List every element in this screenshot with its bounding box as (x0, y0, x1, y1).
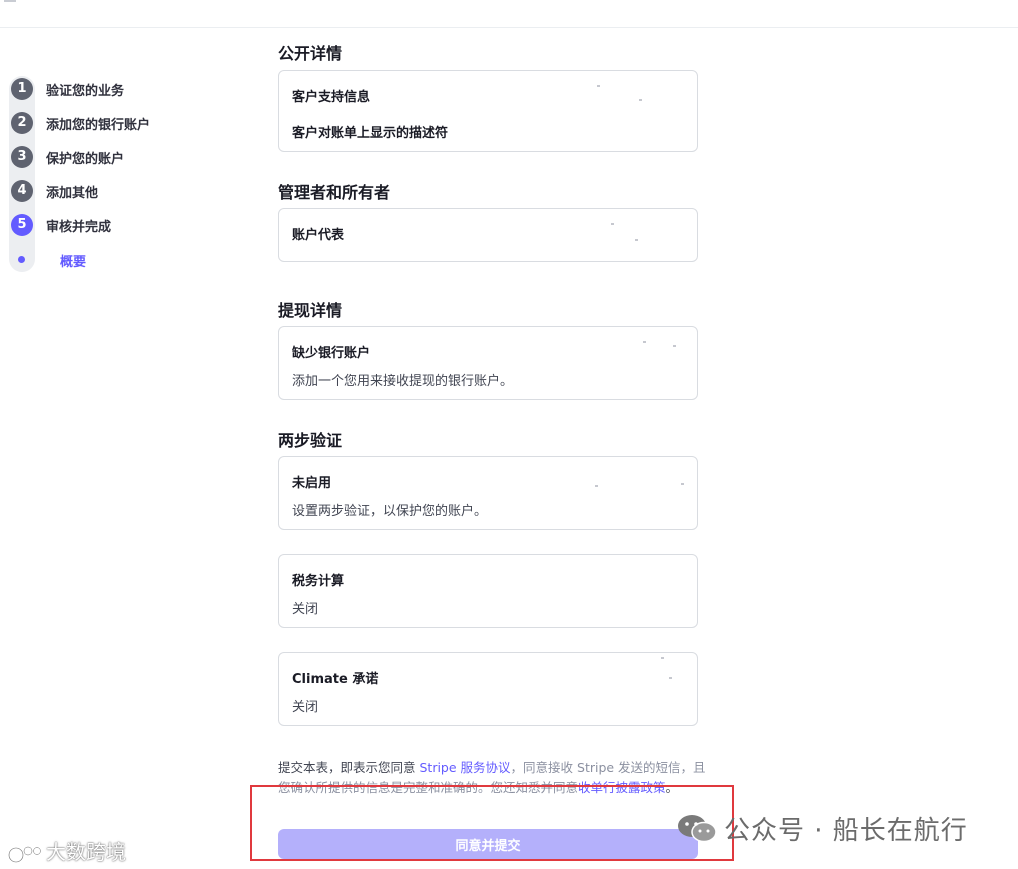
step-label: 审核并完成 (46, 220, 112, 235)
climate-commitment-label: Climate 承诺 (292, 672, 379, 687)
two-step-status-label: 未启用 (292, 476, 332, 491)
terms-text-part: 提交本表，即表示您同意 (278, 760, 420, 775)
substep-label: 概要 (60, 255, 87, 270)
step-add-bank-account[interactable]: 2 添加您的银行账户 (9, 110, 179, 136)
managers-owners-card[interactable]: 账户代表 (278, 208, 698, 262)
section-title-public-details: 公开详情 (278, 44, 343, 63)
tax-calculation-label: 税务计算 (292, 574, 345, 589)
substep-summary[interactable]: 概要 (9, 248, 179, 272)
step-label: 验证您的业务 (46, 84, 125, 99)
blurred-mark (661, 657, 664, 659)
two-step-verification-card[interactable]: 未启用 设置两步验证，以保护您的账户。 (278, 456, 698, 530)
section-title-managers-owners: 管理者和所有者 (278, 183, 391, 202)
step-review-finish[interactable]: 5 审核并完成 (9, 212, 179, 238)
tax-calculation-status: 关闭 (292, 602, 319, 617)
acquirer-disclosure-link[interactable]: 收单行披露政策 (578, 780, 666, 795)
step-number: 2 (11, 112, 33, 134)
blurred-mark (597, 85, 600, 87)
blurred-mark (673, 345, 676, 347)
blurred-mark (639, 99, 642, 101)
step-secure-account[interactable]: 3 保护您的账户 (9, 144, 179, 170)
top-bar (0, 0, 1018, 28)
payout-details-card[interactable]: 缺少银行账户 添加一个您用来接收提现的银行账户。 (278, 326, 698, 400)
missing-bank-account-label: 缺少银行账户 (292, 346, 371, 361)
step-verify-business[interactable]: 1 验证您的业务 (9, 76, 179, 102)
statement-descriptor-label: 客户对账单上显示的描述符 (292, 126, 449, 141)
watermark-right-text: 公众号 · 船长在航行 (724, 816, 968, 846)
customer-support-info-label: 客户支持信息 (292, 90, 371, 105)
climate-commitment-card[interactable]: Climate 承诺 关闭 (278, 652, 698, 726)
blurred-mark (595, 485, 598, 487)
step-number: 5 (11, 214, 33, 236)
missing-bank-account-hint: 添加一个您用来接收提现的银行账户。 (292, 374, 514, 389)
step-number: 4 (11, 180, 33, 202)
step-label: 添加其他 (46, 186, 99, 201)
stripe-services-agreement-link[interactable]: Stripe 服务协议 (419, 760, 510, 775)
terms-agreement-text: 提交本表，即表示您同意 Stripe 服务协议，同意接收 Stripe 发送的短… (278, 758, 708, 798)
section-title-two-step-verification: 两步验证 (278, 431, 343, 450)
step-label: 保护您的账户 (46, 152, 125, 167)
watermark-left-text: 大数跨境 (46, 840, 126, 864)
blurred-mark (643, 341, 646, 343)
step-label: 添加您的银行账户 (46, 118, 151, 133)
two-step-hint: 设置两步验证，以保护您的账户。 (292, 504, 488, 519)
climate-commitment-status: 关闭 (292, 700, 319, 715)
agree-and-submit-button[interactable]: 同意并提交 (278, 829, 698, 859)
blurred-mark (635, 239, 638, 241)
step-number: 1 (11, 78, 33, 100)
account-representative-label: 账户代表 (292, 228, 345, 243)
blurred-mark (681, 483, 684, 485)
public-details-card[interactable]: 客户支持信息 客户对账单上显示的描述符 (278, 70, 698, 152)
watermark-left: 大数跨境 (8, 836, 126, 865)
tax-calculation-card[interactable]: 税务计算 关闭 (278, 554, 698, 628)
wechat-icon (678, 815, 717, 843)
watermark-logo-icon (8, 845, 42, 863)
current-substep-dot (18, 256, 25, 263)
blurred-mark (669, 677, 672, 679)
section-title-payout-details: 提现详情 (278, 301, 343, 320)
terms-text-part: 。 (665, 780, 679, 795)
step-number: 3 (11, 146, 33, 168)
stepper-track (9, 76, 35, 272)
step-add-other[interactable]: 4 添加其他 (9, 178, 179, 204)
blurred-mark (611, 223, 614, 225)
top-bar-fragment (4, 0, 16, 2)
